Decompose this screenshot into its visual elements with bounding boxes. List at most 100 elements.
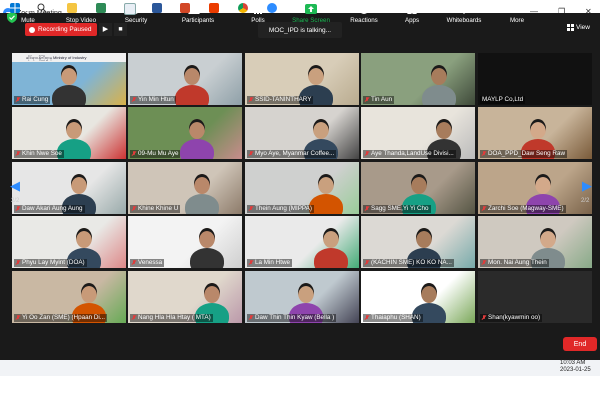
participant-video-tile[interactable]: MAYLP Co,Ltd (478, 53, 592, 105)
grid-view-icon (567, 24, 574, 31)
participant-video-tile[interactable]: Tin Aun (361, 53, 475, 105)
view-button[interactable]: View (567, 24, 590, 31)
muted-microphone-icon (365, 315, 369, 321)
participant-name: Yi Oo Zan (SME) (Hpaan Di... (22, 314, 106, 321)
reactions-button[interactable]: Reactions (348, 0, 380, 30)
file-explorer-icon[interactable] (67, 3, 77, 13)
spreadsheet-icon[interactable] (96, 3, 106, 13)
powerpoint-icon[interactable] (180, 3, 190, 13)
participants-label: Participants (181, 17, 215, 24)
participant-name: Thein Aung (MIPPA) (255, 205, 312, 212)
more-dots-icon (512, 7, 522, 11)
apps-button[interactable]: Apps (402, 0, 422, 30)
participant-video-tile[interactable]: Phyu Lay Myint (DOA) (12, 216, 126, 268)
participants-count: 74 (201, 3, 208, 9)
participant-video-tile[interactable]: DOA_PPD_Daw Seng Raw (478, 107, 592, 159)
polls-button[interactable]: Polls (248, 0, 268, 30)
previous-page-arrow-icon[interactable]: ◀ (10, 178, 20, 194)
participant-video-tile[interactable]: SSID-TANINTHARY (245, 53, 359, 105)
participant-name: Yin Min Htun (138, 96, 174, 103)
participant-video-tile[interactable]: Sagg SME,Yi Yi Cho (361, 162, 475, 214)
participant-name-label: Daw Thin Thin Kyaw (Bella ) (247, 314, 337, 322)
participant-video-face (204, 283, 220, 303)
participant-name: Khine Khine U (138, 205, 179, 212)
participant-name: Shan(kyawmin oo) (488, 314, 541, 321)
participant-video-tile[interactable]: Daw Akari Aung Aung (12, 162, 126, 214)
participant-video-tile[interactable]: Aye Thanda,LandUse Divisi... (361, 107, 475, 159)
windows-start-icon[interactable] (10, 3, 20, 13)
participant-video-body (52, 85, 86, 105)
participant-video-tile[interactable]: 09-Mu Mu Aye (128, 107, 242, 159)
participant-name: (KACHIN SME) KO KO NA... (371, 259, 452, 266)
participant-name: MAYLP Co,Ltd (482, 96, 524, 103)
participant-video-face (66, 119, 82, 139)
participant-video-tile[interactable]: (KACHIN SME) KO KO NA... (361, 216, 475, 268)
participant-video-tile[interactable]: Myo Aye, Myanmar Coffee... (245, 107, 359, 159)
participant-video-face (184, 65, 200, 85)
participant-video-tile[interactable]: Daw Thin Thin Kyaw (Bella ) (245, 271, 359, 323)
zoom-taskbar-icon[interactable] (267, 3, 277, 13)
participant-video-tile[interactable]: Yi Oo Zan (SME) (Hpaan Di... (12, 271, 126, 323)
end-meeting-button[interactable]: End (563, 337, 597, 351)
participant-name-label: Nang Hla Hla Htay ( MTA) (130, 314, 213, 322)
participant-video-tile[interactable]: Shan(kyawmin oo) (478, 271, 592, 323)
participant-video-tile[interactable]: ဆိုင်ရာဝန်ကြီးဌာန Ministry of Industry Ra… (12, 53, 126, 105)
participant-name-label: Aye Thanda,LandUse Divisi... (363, 150, 456, 158)
participant-video-face (71, 174, 87, 194)
muted-microphone-icon (249, 151, 253, 157)
muted-microphone-icon (132, 206, 136, 212)
participant-video-face (431, 65, 447, 85)
system-clock: 10:03 AM 2023-01-25 (560, 360, 591, 374)
participant-name-label: 09-Mu Mu Aye (130, 150, 181, 158)
participant-video-tile[interactable]: Thaiaphu (SHAN) (361, 271, 475, 323)
next-page-arrow-icon[interactable]: ▶ (582, 178, 592, 194)
participant-video-face (194, 174, 210, 194)
participant-name: Thaiaphu (SHAN) (371, 314, 421, 321)
participant-name: La Min Htwe (255, 259, 290, 266)
participant-name-label: Khin Nwe Soe (14, 150, 64, 158)
participant-video-face (308, 65, 324, 85)
word-icon[interactable] (152, 3, 162, 13)
paint-icon[interactable] (124, 3, 136, 15)
participant-video-face (61, 65, 77, 85)
office-icon[interactable] (209, 3, 219, 13)
participant-video-tile[interactable]: Khin Nwe Soe (12, 107, 126, 159)
participant-video-face (199, 228, 215, 248)
participant-video-body (180, 139, 214, 159)
screen-bottom-edge (0, 376, 600, 400)
participant-video-face (313, 119, 329, 139)
reactions-label: Reactions (350, 17, 378, 24)
encryption-shield-icon[interactable] (7, 12, 17, 23)
participant-video-tile[interactable]: Yin Min Htun (128, 53, 242, 105)
muted-microphone-icon (365, 97, 369, 103)
participant-name: Daw Thin Thin Kyaw (Bella ) (255, 314, 335, 321)
whiteboards-button[interactable]: Whiteboards (442, 0, 486, 30)
participant-video-face (416, 228, 432, 248)
chrome-icon[interactable] (238, 3, 248, 13)
more-label: More (509, 17, 525, 24)
participant-name: DOA_PPD_Daw Seng Raw (488, 150, 565, 157)
more-button[interactable]: More (506, 0, 528, 30)
muted-microphone-icon (249, 206, 253, 212)
share-screen-button[interactable]: Share Screen (289, 0, 333, 30)
participant-video-tile[interactable]: Nang Hla Hla Htay ( MTA) (128, 271, 242, 323)
participant-video-tile[interactable]: Zarchi Soe (Magway-SME) (478, 162, 592, 214)
participant-name: Mon. Nai Aung Thein (488, 259, 547, 266)
muted-microphone-icon (482, 260, 486, 266)
participant-video-tile[interactable]: Thein Aung (MIPPA) (245, 162, 359, 214)
search-icon[interactable] (37, 3, 47, 13)
mute-button[interactable]: Mute (17, 0, 39, 30)
participant-name-label: Yi Oo Zan (SME) (Hpaan Di... (14, 314, 108, 322)
participant-video-tile[interactable]: Mon. Nai Aung Thein (478, 216, 592, 268)
muted-microphone-icon (132, 315, 136, 321)
participant-video-tile[interactable]: Venessa (128, 216, 242, 268)
participant-video-body (422, 85, 456, 105)
participant-name-label: La Min Htwe (247, 259, 292, 267)
reactions-smiley-icon (359, 4, 369, 14)
microphone-icon (24, 4, 32, 14)
participant-name: Khin Nwe Soe (22, 150, 62, 157)
participant-video-tile[interactable]: La Min Htwe (245, 216, 359, 268)
participant-video-face (530, 119, 546, 139)
participant-video-tile[interactable]: Khine Khine U (128, 162, 242, 214)
participant-name-label: SSID-TANINTHARY (247, 96, 314, 104)
